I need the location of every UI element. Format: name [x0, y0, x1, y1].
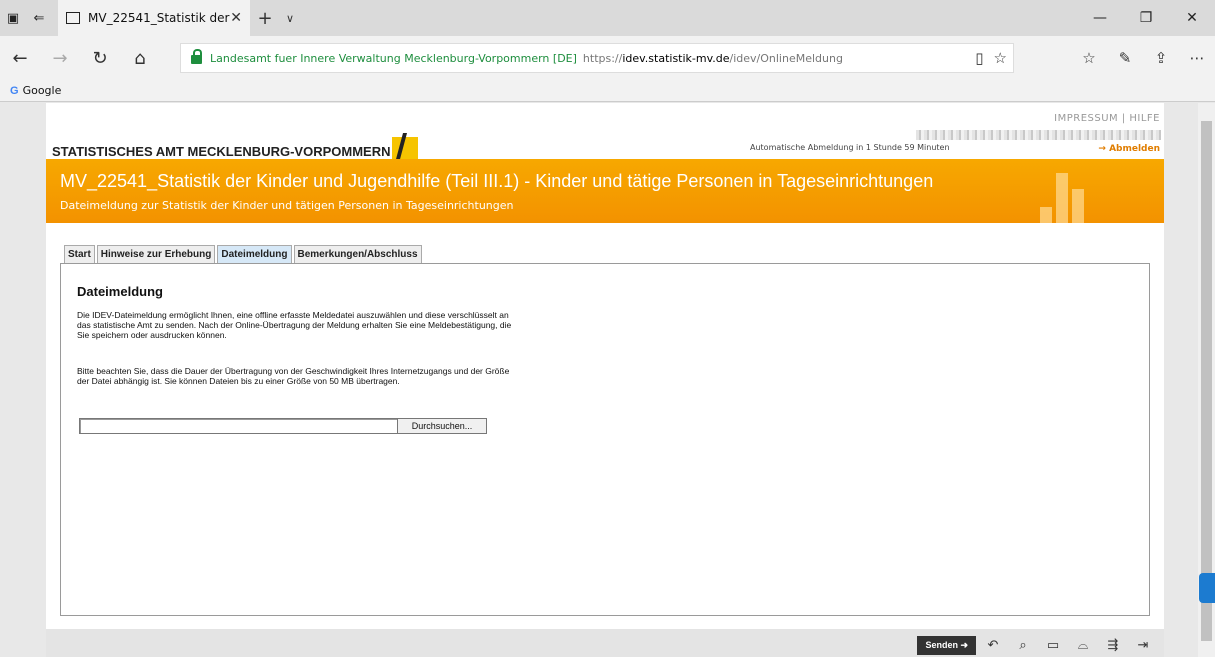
- minimize-icon[interactable]: —: [1077, 0, 1123, 36]
- browser-tab-bar: ▣ ⇐ MV_22541_Statistik der ✕ + ∨ — ❐ ✕: [0, 0, 1215, 36]
- survey-subtitle: Dateimeldung zur Statistik der Kinder un…: [60, 199, 514, 212]
- more-icon[interactable]: ⋯: [1179, 49, 1215, 67]
- url-host: idev.statistik-mv.de: [622, 51, 730, 65]
- survey-title: MV_22541_Statistik der Kinder und Jugend…: [60, 171, 934, 191]
- section-heading: Dateimeldung: [77, 284, 163, 299]
- google-icon: G: [10, 84, 19, 97]
- close-tab-icon[interactable]: ✕: [230, 10, 242, 26]
- browser-tab[interactable]: MV_22541_Statistik der ✕: [58, 0, 250, 36]
- favorite-link-google[interactable]: Google: [23, 84, 62, 97]
- survey-banner: MV_22541_Statistik der Kinder und Jugend…: [46, 159, 1164, 223]
- web-content: IMPRESSUM | HILFE STATISTISCHES AMT MECK…: [0, 103, 1215, 657]
- browse-button[interactable]: Durchsuchen...: [397, 418, 487, 434]
- send-button[interactable]: Senden ➜: [917, 635, 976, 655]
- site-identity: Landesamt fuer Innere Verwaltung Mecklen…: [210, 51, 577, 65]
- favorites-bar: G Google: [0, 80, 1215, 102]
- reading-view-icon[interactable]: ▯: [975, 49, 983, 67]
- logout-link[interactable]: → Abmelden: [1098, 144, 1160, 154]
- page-container: IMPRESSUM | HILFE STATISTISCHES AMT MECK…: [46, 103, 1164, 657]
- form-tabs: Start Hinweise zur Erhebung Dateimeldung…: [64, 245, 422, 263]
- exit-icon[interactable]: ⇥: [1130, 635, 1156, 655]
- lock-icon: [191, 49, 202, 64]
- tab-title: MV_22541_Statistik der: [88, 11, 230, 25]
- undo-icon[interactable]: ↶: [980, 635, 1006, 655]
- tab-start[interactable]: Start: [64, 245, 95, 263]
- favorite-star-icon[interactable]: ☆: [994, 49, 1007, 67]
- address-bar[interactable]: Landesamt fuer Innere Verwaltung Mecklen…: [180, 43, 1014, 73]
- page-icon: [66, 12, 80, 24]
- home-icon[interactable]: ⌂: [120, 48, 160, 69]
- user-name-blurred: [916, 130, 1161, 140]
- save-icon[interactable]: ▭: [1040, 635, 1066, 655]
- forward-icon[interactable]: →: [40, 48, 80, 69]
- file-path-input[interactable]: [79, 418, 397, 434]
- back-icon[interactable]: ←: [0, 48, 40, 69]
- logo-text: STATISTISCHES AMT MECKLENBURG-VORPOMMERN: [52, 144, 391, 159]
- tab-bemerkungen[interactable]: Bemerkungen/Abschluss: [293, 245, 422, 263]
- refresh-icon[interactable]: ↻: [80, 48, 120, 69]
- address-bar-row: ← → ↻ ⌂ Landesamt fuer Innere Verwaltung…: [0, 36, 1215, 80]
- restore-icon[interactable]: ❐: [1123, 0, 1169, 36]
- share-icon[interactable]: ⇪: [1143, 49, 1179, 67]
- pen-icon[interactable]: ✎: [1107, 49, 1143, 67]
- intro-paragraph: Die IDEV-Dateimeldung ermöglicht Ihnen, …: [77, 310, 512, 340]
- set-aside-tabs-icon[interactable]: ⇐: [26, 0, 52, 36]
- note-paragraph: Bitte beachten Sie, dass die Dauer der Ü…: [77, 366, 510, 386]
- action-bar: Senden ➜ ↶ ⌕ ▭ ⌓ ⇶ ⇥: [46, 629, 1164, 657]
- content-panel: Dateimeldung Die IDEV-Dateimeldung ermög…: [60, 263, 1150, 616]
- auto-logout-note: Automatische Abmeldung in 1 Stunde 59 Mi…: [750, 143, 950, 152]
- banner-decoration: [1040, 173, 1084, 223]
- tab-preview-icon[interactable]: ▣: [0, 0, 26, 36]
- close-window-icon[interactable]: ✕: [1169, 0, 1215, 36]
- teamviewer-icon[interactable]: [1199, 573, 1215, 603]
- header-links[interactable]: IMPRESSUM | HILFE: [1054, 113, 1160, 124]
- send-file-icon[interactable]: ⇶: [1100, 635, 1126, 655]
- favorites-icon[interactable]: ☆: [1071, 49, 1107, 67]
- open-folder-icon[interactable]: ⌓: [1070, 635, 1096, 655]
- tab-dateimeldung[interactable]: Dateimeldung: [217, 245, 292, 263]
- new-tab-button[interactable]: +: [250, 8, 280, 29]
- search-icon[interactable]: ⌕: [1010, 635, 1036, 655]
- chevron-down-icon[interactable]: ∨: [280, 12, 300, 25]
- file-upload: Durchsuchen...: [79, 418, 487, 434]
- logo: STATISTISCHES AMT MECKLENBURG-VORPOMMERN: [52, 133, 419, 163]
- scrollbar-thumb[interactable]: [1201, 121, 1212, 641]
- url-path: /idev/OnlineMeldung: [729, 51, 843, 65]
- url-scheme: https://: [582, 51, 623, 65]
- tab-hinweise[interactable]: Hinweise zur Erhebung: [96, 245, 216, 263]
